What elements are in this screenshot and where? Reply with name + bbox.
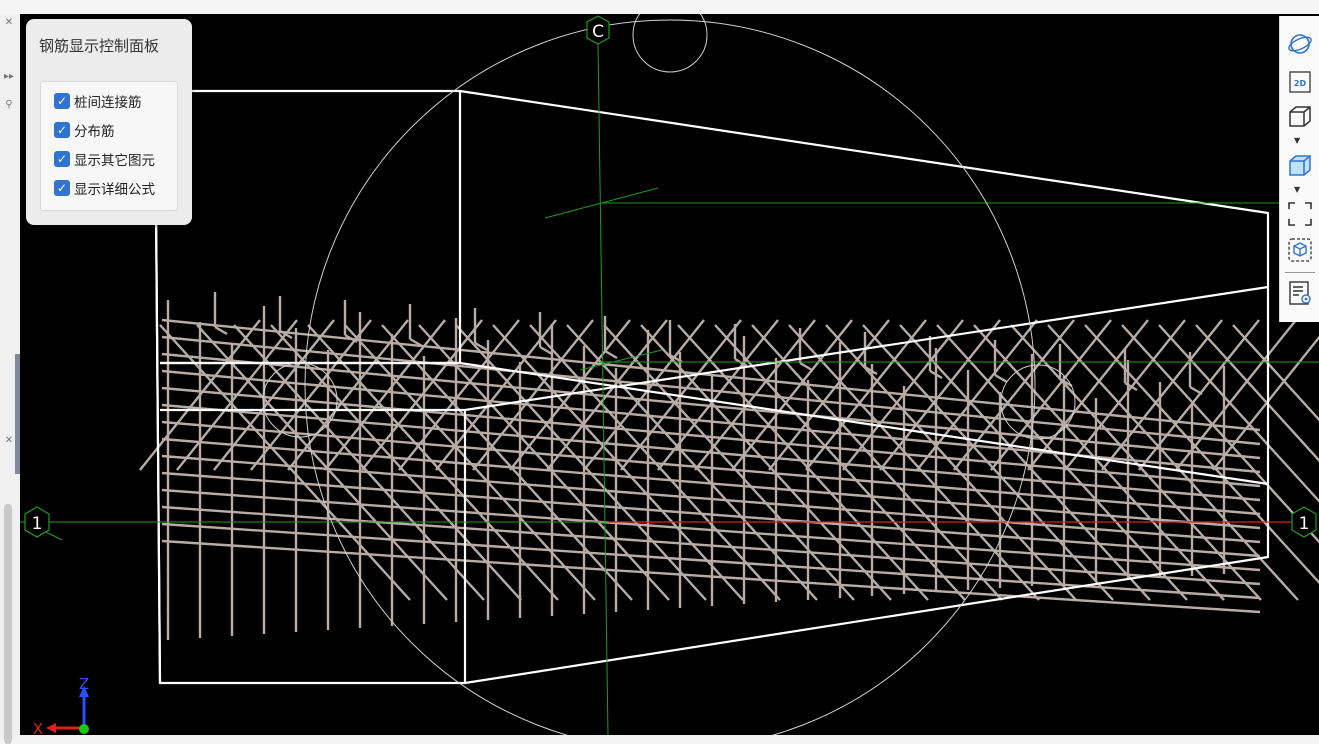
panel-options-box: ✓ 桩间连接筋 ✓ 分布筋 ✓ 显示其它图元 ✓ 显示详细公式 — [40, 81, 178, 211]
2d-view-icon[interactable]: 2D — [1286, 68, 1314, 96]
checkbox-checked-icon[interactable]: ✓ — [54, 151, 70, 167]
option-label: 显示详细公式 — [74, 182, 155, 198]
option-label: 桩间连接筋 — [74, 95, 142, 111]
checkbox-checked-icon[interactable]: ✓ — [54, 93, 70, 109]
checkbox-checked-icon[interactable]: ✓ — [54, 122, 70, 138]
2d-view-label: 2D — [1294, 79, 1307, 88]
option-label: 分布筋 — [74, 124, 115, 140]
rebar-line — [1175, 319, 1297, 471]
option-pile-connect-rebar[interactable]: ✓ 桩间连接筋 — [54, 91, 142, 111]
title-bar — [0, 0, 1319, 14]
pile-circle — [632, 14, 708, 73]
rebar-scene[interactable] — [20, 14, 1319, 735]
rebar-line — [799, 361, 813, 372]
scrollbar[interactable] — [4, 504, 12, 744]
rebar-line — [1212, 335, 1319, 471]
component-box-icon[interactable] — [1286, 236, 1314, 264]
rebar-line — [1064, 319, 1186, 471]
close-icon[interactable]: ✕ — [2, 16, 16, 30]
rebar-line — [604, 349, 618, 360]
rebar-line — [1027, 319, 1149, 471]
chevron-down-icon[interactable]: ▼ — [1294, 185, 1300, 194]
option-distribution-rebar[interactable]: ✓ 分布筋 — [54, 120, 115, 140]
3d-wireframe-icon[interactable] — [1286, 103, 1314, 131]
rebar-line — [990, 319, 1112, 471]
display-settings-icon[interactable] — [1286, 279, 1314, 307]
checkbox-checked-icon[interactable]: ✓ — [54, 180, 70, 196]
fit-view-icon[interactable] — [1286, 200, 1314, 228]
rebar-line — [1189, 385, 1203, 396]
rebar-line — [472, 319, 594, 471]
left-side-strip: ✕ ▸▸ ⚲ ✕ — [0, 14, 21, 744]
3d-solid-icon[interactable] — [1286, 152, 1314, 180]
rebar-line — [1101, 319, 1223, 471]
rebar-line — [435, 319, 557, 471]
rebar-display-panel: 钢筋显示控制面板 ✓ 桩间连接筋 ✓ 分布筋 ✓ 显示其它图元 ✓ 显示详细公式 — [26, 19, 192, 225]
rebar-line — [953, 319, 1075, 471]
rebar-line — [1138, 319, 1260, 471]
rebar-line — [287, 319, 409, 471]
option-label: 显示其它图元 — [74, 153, 155, 169]
search-icon[interactable]: ⚲ — [2, 98, 16, 112]
chevron-down-icon[interactable]: ▼ — [1294, 136, 1300, 145]
3d-viewport[interactable] — [20, 14, 1319, 735]
option-show-other-elements[interactable]: ✓ 显示其它图元 — [54, 149, 155, 169]
rebar-line — [994, 373, 1008, 384]
expand-icon[interactable]: ▸▸ — [2, 70, 16, 84]
grid-line — [29, 523, 63, 541]
orbit-icon[interactable] — [1286, 30, 1314, 58]
toolbar-divider — [1285, 272, 1315, 273]
option-show-detailed-formula[interactable]: ✓ 显示详细公式 — [54, 178, 155, 198]
close-icon[interactable]: ✕ — [2, 434, 16, 448]
rebar-line — [250, 319, 372, 471]
panel-title: 钢筋显示控制面板 — [39, 37, 160, 55]
view-toolbar: 2D ▼ ▼ — [1279, 16, 1319, 322]
rebar-line — [214, 325, 228, 336]
